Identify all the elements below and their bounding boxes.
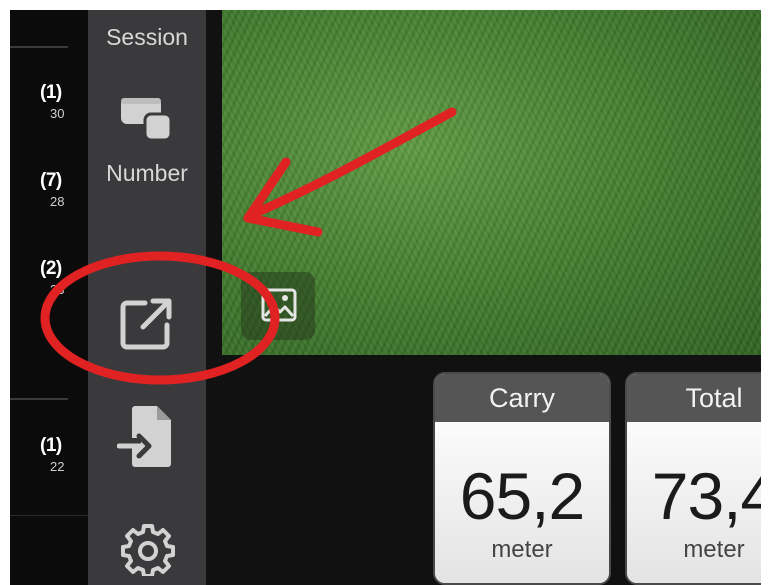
card-title: Total <box>627 374 761 422</box>
shot-count: (1) <box>40 82 62 103</box>
import-file-icon[interactable] <box>117 402 179 470</box>
list-item[interactable]: (2) 26 <box>10 258 82 308</box>
list-item[interactable]: (1) 22 <box>10 435 82 485</box>
list-divider <box>10 398 68 400</box>
card-body: 65,2 meter <box>435 422 609 583</box>
app-screen: (1) 30 (7) 28 (2) 26 (1) 22 Session Numb… <box>10 10 761 585</box>
list-divider <box>10 515 88 516</box>
card-value: 65,2 <box>459 459 585 533</box>
sidebar: Session Number <box>88 10 206 585</box>
image-icon <box>261 288 297 322</box>
photo-button[interactable] <box>241 272 315 340</box>
list-divider <box>10 46 68 48</box>
export-icon[interactable] <box>117 293 179 353</box>
shot-distance: 22 <box>50 459 65 474</box>
shot-count: (1) <box>40 435 62 456</box>
shot-count: (2) <box>40 258 62 279</box>
sessions-icon[interactable] <box>117 92 177 144</box>
card-value: 73,4 <box>651 459 761 533</box>
session-label: Session <box>106 24 188 50</box>
settings-gear-icon[interactable] <box>121 522 175 576</box>
shot-distance: 30 <box>50 106 65 121</box>
shot-distance: 26 <box>50 282 65 297</box>
carry-card: Carry 65,2 meter <box>433 372 611 585</box>
list-item[interactable]: (7) 28 <box>10 170 82 220</box>
total-card: Total 73,4 meter <box>625 372 761 585</box>
card-unit: meter <box>683 536 745 563</box>
card-unit: meter <box>491 536 553 563</box>
list-item[interactable]: (1) 30 <box>10 82 82 132</box>
card-title: Carry <box>435 374 609 422</box>
shot-list: (1) 30 (7) 28 (2) 26 (1) 22 <box>10 10 88 585</box>
shot-count: (7) <box>40 170 62 191</box>
number-label: Number <box>106 160 188 186</box>
shot-distance: 28 <box>50 194 65 209</box>
card-body: 73,4 meter <box>627 422 761 583</box>
